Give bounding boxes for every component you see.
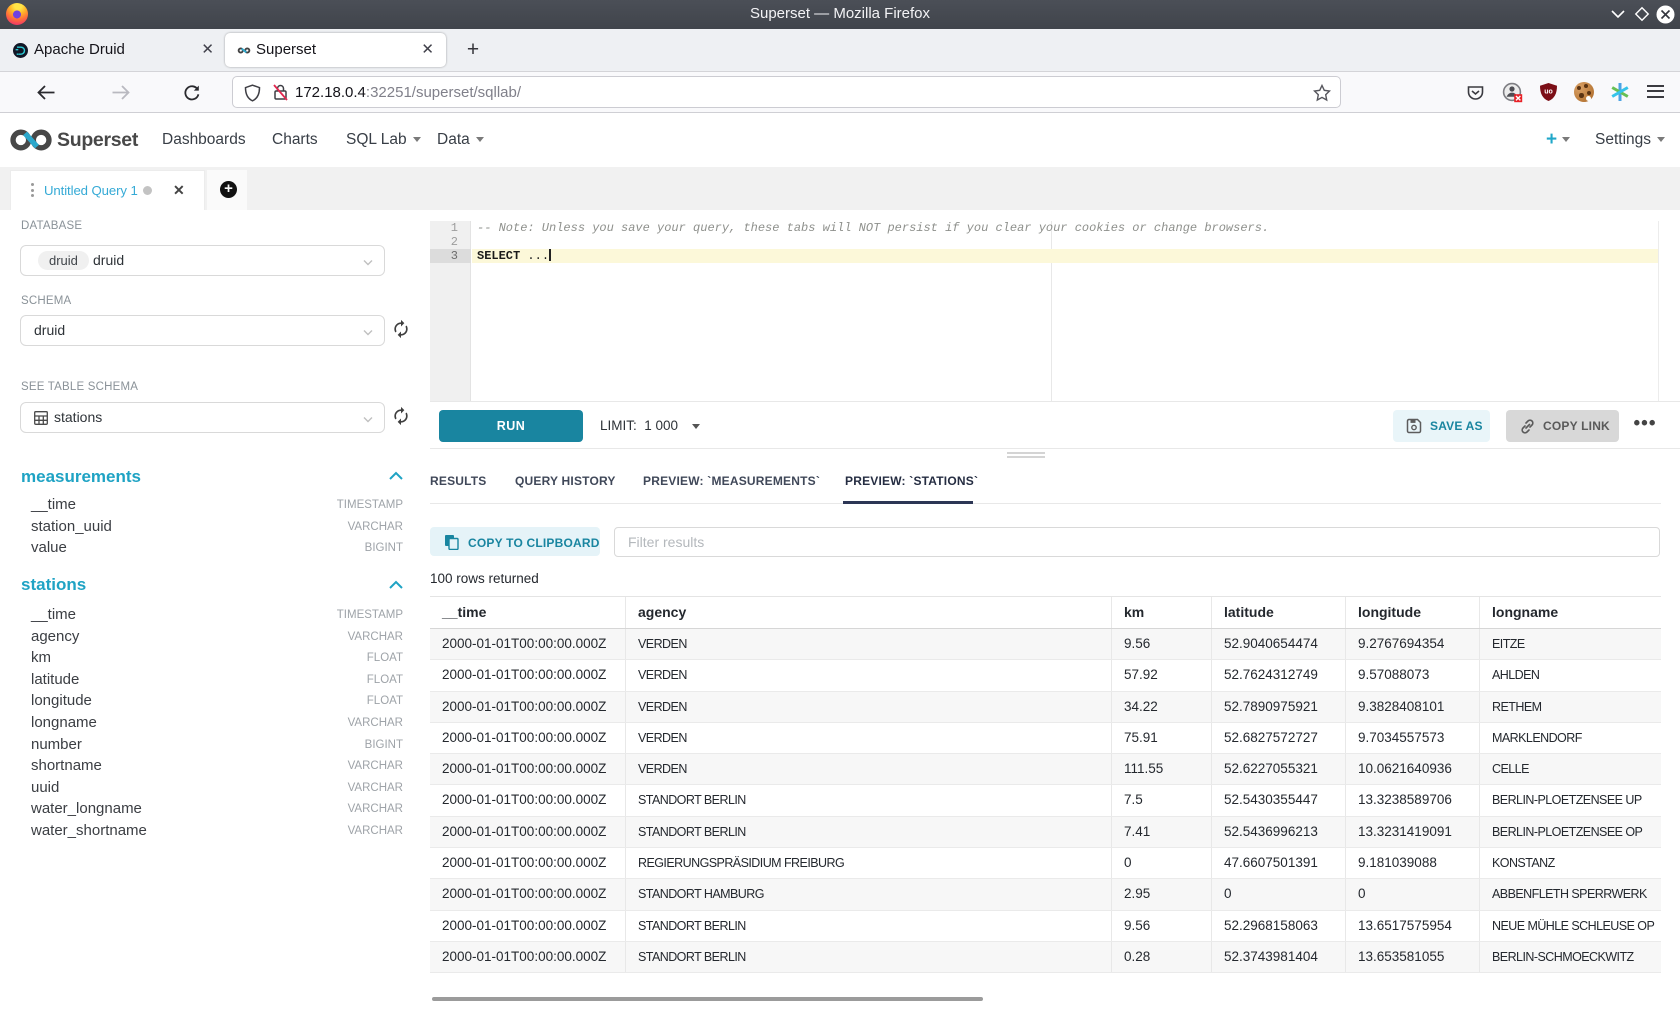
svg-text:uo: uo [1544, 89, 1553, 96]
